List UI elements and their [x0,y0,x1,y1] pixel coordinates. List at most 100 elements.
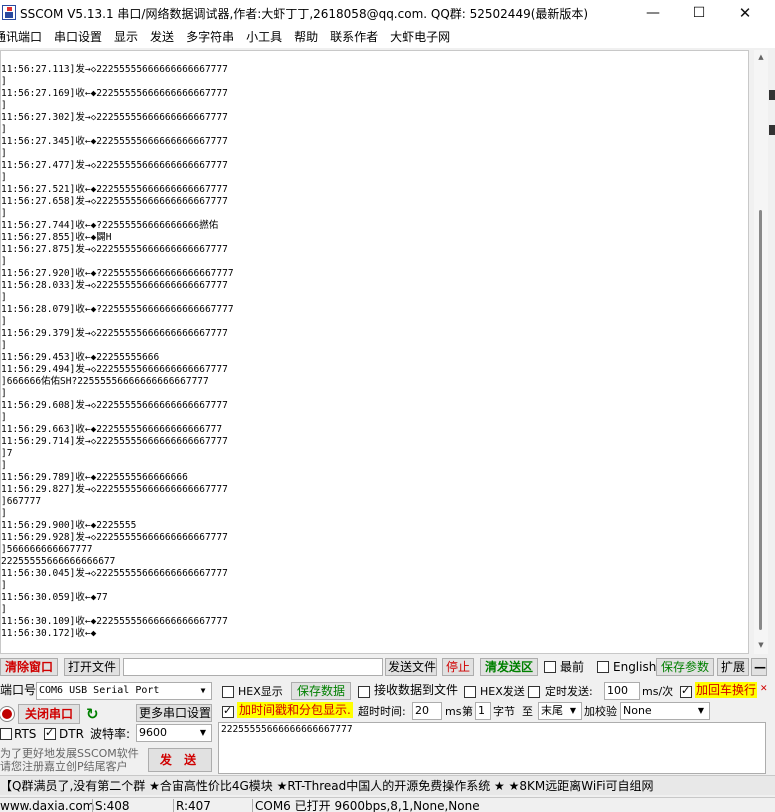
receive-log: 11:56:27.113]发→◇22255555666666666667777]… [1,64,748,640]
checksum-select[interactable]: None ▼ [620,702,710,720]
menu-item-tools[interactable]: 小工具 [240,26,288,48]
log-line: 11:56:30.045]发→◇22255555666666666667777 [1,568,228,579]
log-line: ] [1,412,7,423]
log-line: 11:56:29.714]发→◇22255555666666666667777 [1,436,228,447]
timestamp-label: 加时间戳和分包显示. [237,702,353,718]
baud-value: 9600 [139,726,167,739]
stop-icon [0,707,14,721]
byte-number-input[interactable]: 1 [475,702,491,720]
expand-button[interactable]: 扩展 [717,658,749,676]
hex-send-checkbox[interactable] [464,686,476,698]
window-title: SSCOM V5.13.1 串口/网络数据调试器,作者:大虾丁丁,2618058… [20,7,589,21]
recv-to-file-label: 接收数据到文件 [374,683,459,697]
timestamp-checkbox[interactable] [222,704,234,718]
scroll-up-icon[interactable]: ▲ [756,52,766,62]
chevron-down-icon[interactable]: ▼ [565,703,581,719]
app-icon [2,5,16,20]
send-input[interactable]: 22255555666666666667777 [218,722,766,774]
menu-item-multi-string[interactable]: 多字符串 [180,26,240,48]
log-line: ] [1,292,7,303]
minimize-button[interactable]: — [630,0,676,26]
edge-marker [769,90,775,100]
menu-item-contact[interactable]: 联系作者 [324,26,384,48]
log-line: 11:56:29.379]发→◇22255555666666666667777 [1,328,228,339]
menu-item-daxia-site[interactable]: 大虾电子网 [384,26,456,48]
checksum-value: None [623,704,652,717]
scroll-down-icon[interactable]: ▼ [756,640,766,650]
close-port-button[interactable]: 关闭串口 [18,704,80,724]
collapse-button[interactable]: — [751,658,767,676]
close-button[interactable]: ✕ [722,0,768,26]
log-line: ] [1,340,7,351]
timeout-input[interactable]: 20 [412,702,442,720]
log-line: 11:56:27.345]收←◆22255555666666666667777 [1,136,228,147]
log-line: ] [1,124,7,135]
rts-checkbox[interactable] [0,728,12,740]
topmost-label: 最前 [560,660,585,674]
status-sent-count: S:408 [92,799,130,812]
chevron-down-icon[interactable]: ▼ [195,725,211,741]
more-serial-settings-button[interactable]: 更多串口设置 [136,704,212,722]
clear-window-button[interactable]: 清除窗口 [0,658,58,676]
clear-send-button[interactable]: 清发送区 [480,658,538,676]
file-path-input[interactable] [123,658,383,676]
chevron-down-icon[interactable]: ▼ [693,703,709,719]
receive-area[interactable]: 11:56:27.113]发→◇22255555666666666667777]… [0,50,749,654]
open-file-button[interactable]: 打开文件 [64,658,120,676]
menu-item-serial-settings[interactable]: 串口设置 [48,26,108,48]
menu-item-port[interactable]: 通讯端口 [0,26,48,48]
byte-prefix-label: 第 [462,705,473,718]
save-params-button[interactable]: 保存参数 [656,658,714,676]
stop-button[interactable]: 停止 [442,658,474,676]
log-line: 11:56:29.789]收←◆2225555566666666 [1,472,188,483]
log-line: 11:56:29.608]发→◇22255555666666666667777 [1,400,228,411]
log-line: 11:56:29.663]收←◆2225555566666666666777 [1,424,223,435]
crlf-label: 加回车换行 [695,682,758,698]
log-line: ]7 [1,448,13,459]
scroll-thumb[interactable] [759,210,762,630]
baud-select[interactable]: 9600 ▼ [136,724,212,742]
timeout-label: 超时时间: [358,705,406,718]
maximize-button[interactable]: ☐ [676,0,722,26]
english-checkbox[interactable] [597,661,609,673]
log-line: 11:56:29.453]收←◆22255555666 [1,352,160,363]
recv-to-file-checkbox[interactable] [358,686,370,698]
log-line: 11:56:27.169]收←◆22255555666666666667777 [1,88,228,99]
log-line: 11:56:29.494]发→◇22255555666666666667777 [1,364,228,375]
hex-send-label: HEX发送 [480,685,525,698]
hex-display-checkbox[interactable] [222,686,234,698]
status-recv-count: R:407 [173,799,211,812]
chevron-down-icon[interactable]: ▼ [195,683,211,699]
timed-send-checkbox[interactable] [528,686,540,698]
status-website[interactable]: www.daxia.com [0,799,94,812]
log-line: 11:56:27.521]收←◆22255555666666666667777 [1,184,228,195]
refresh-icon[interactable]: ↻ [86,705,102,723]
menu-item-help[interactable]: 帮助 [288,26,324,48]
log-line: 11:56:28.079]收←◆?22555556666666666667777 [1,304,234,315]
log-line: ] [1,100,7,111]
title-bar[interactable]: SSCOM V5.13.1 串口/网络数据调试器,作者:大虾丁丁,2618058… [0,0,775,26]
log-line: 11:56:27.875]发→◇22255555666666666667777 [1,244,228,255]
send-button[interactable]: 发 送 [148,748,212,772]
interval-input[interactable]: 100 [604,682,640,700]
log-line: 11:56:30.172]收←◆ [1,628,97,639]
ad-ticker[interactable]: 【Q群满员了,没有第二个群 ★合宙高性价比4G模块 ★RT-Thread中国人的… [0,775,775,795]
log-line: 11:56:30.059]收←◆77 [1,592,108,603]
menu-bar: 通讯端口 串口设置 显示 发送 多字符串 小工具 帮助 联系作者 大虾电子网 [0,26,775,48]
log-line: ] [1,580,7,591]
dtr-label: DTR [59,727,84,741]
menu-item-display[interactable]: 显示 [108,26,144,48]
log-line: ] [1,172,7,183]
log-line: ] [1,508,7,519]
end-select[interactable]: 末尾 ▼ [538,702,582,720]
log-line: 11:56:27.113]发→◇22255555666666666667777 [1,64,228,75]
send-file-button[interactable]: 发送文件 [385,658,437,676]
dtr-checkbox[interactable] [44,726,56,740]
log-line: 11:56:27.855]收←◆闢H [1,232,112,243]
menu-item-send[interactable]: 发送 [144,26,180,48]
port-select[interactable]: COM6 USB Serial Port ▼ [36,682,212,700]
log-line: 11:56:27.302]发→◇22255555666666666667777 [1,112,228,123]
save-data-button[interactable]: 保存数据 [291,682,351,700]
topmost-checkbox[interactable] [544,661,556,673]
crlf-checkbox[interactable] [680,684,692,698]
